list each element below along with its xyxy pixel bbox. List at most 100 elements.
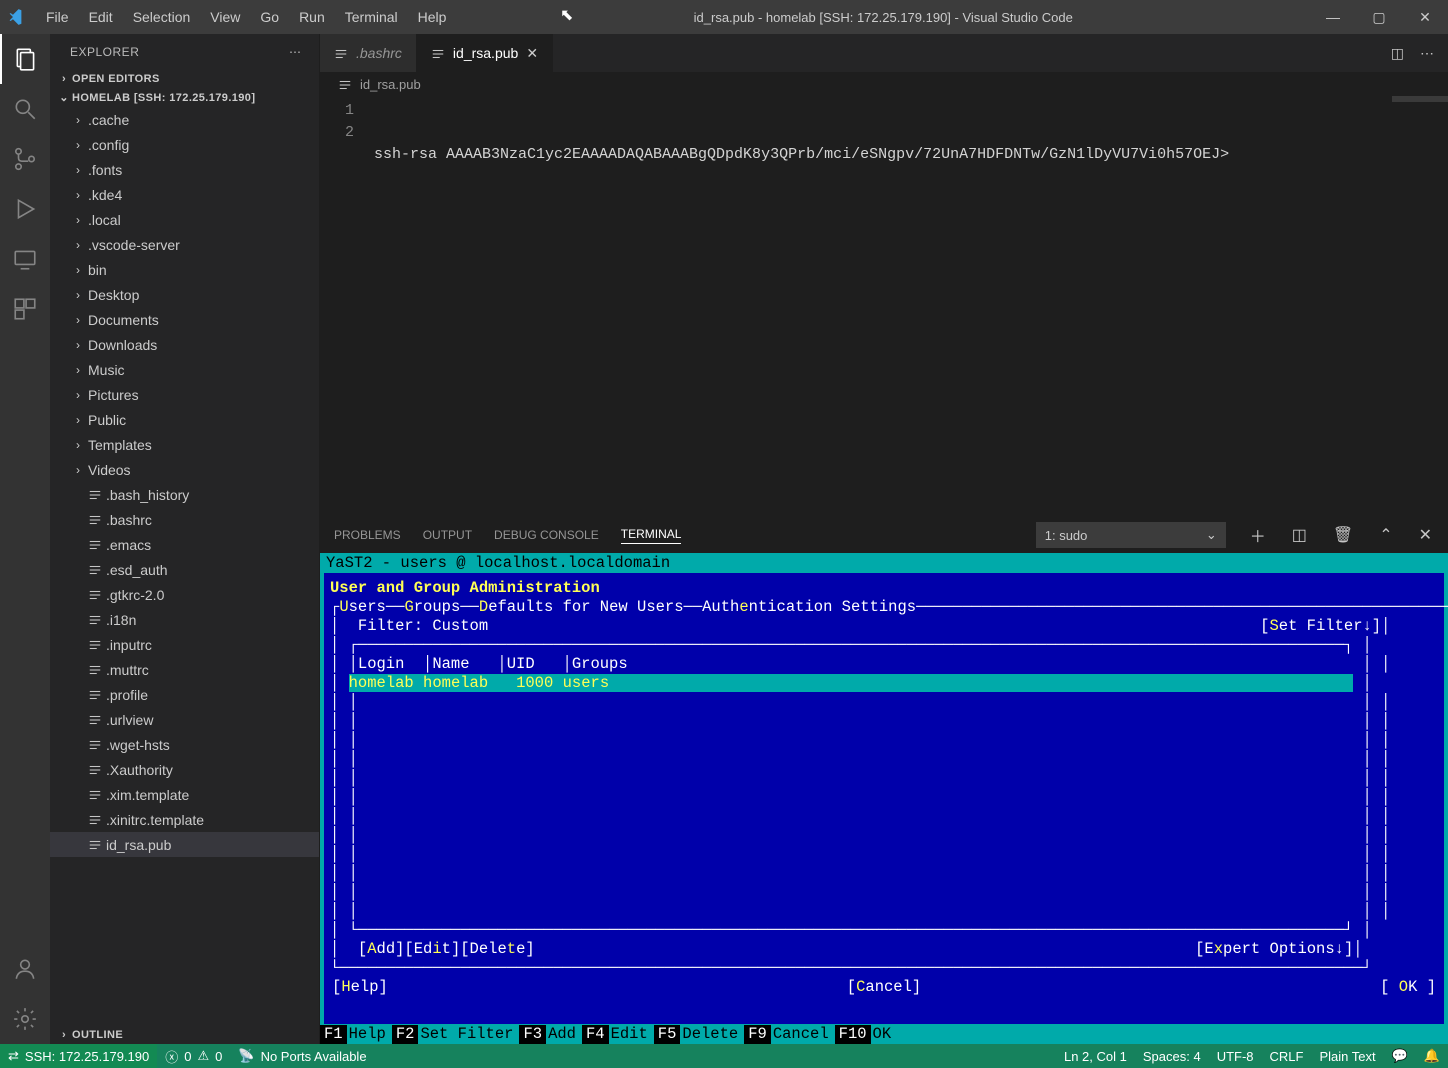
file-item[interactable]: .muttrc	[50, 657, 319, 682]
activity-run-debug[interactable]	[0, 184, 50, 234]
file-item[interactable]: .xinitrc.template	[50, 807, 319, 832]
yast-table-row[interactable]: │ homelab homelab 1000 users │	[330, 674, 1438, 693]
activity-explorer[interactable]	[0, 34, 50, 84]
activity-source-control[interactable]	[0, 134, 50, 184]
menu-file[interactable]: File	[36, 3, 79, 31]
minimize-button[interactable]: ―	[1310, 0, 1356, 34]
activity-extensions[interactable]	[0, 284, 50, 334]
yast-tabs-row[interactable]: ┌Users──Groups──Defaults for New Users──…	[330, 598, 1438, 617]
status-ports[interactable]: 📡 No Ports Available	[230, 1044, 374, 1068]
yast-help-cancel-ok[interactable]: [Help] [Cancel] [ OK ]	[330, 978, 1438, 997]
activity-remote-explorer[interactable]	[0, 234, 50, 284]
fkey-label[interactable]: Help	[347, 1025, 392, 1044]
menu-run[interactable]: Run	[289, 3, 335, 31]
chevron-right-icon: ›	[70, 188, 86, 202]
open-editors-section[interactable]: ›OPEN EDITORS	[50, 70, 319, 88]
status-encoding[interactable]: UTF-8	[1209, 1044, 1262, 1068]
folder-item[interactable]: ›.config	[50, 132, 319, 157]
folder-item[interactable]: ›.local	[50, 207, 319, 232]
fkey-label[interactable]: Edit	[609, 1025, 654, 1044]
menu-view[interactable]: View	[200, 3, 250, 31]
file-item[interactable]: .i18n	[50, 607, 319, 632]
workspace-section[interactable]: ⌄HOMELAB [SSH: 172.25.179.190]	[50, 88, 319, 107]
folder-item[interactable]: ›Templates	[50, 432, 319, 457]
tab-id-rsa-pub[interactable]: id_rsa.pub ✕	[417, 34, 553, 72]
file-item[interactable]: .bash_history	[50, 482, 319, 507]
file-item[interactable]: id_rsa.pub	[50, 832, 319, 857]
activity-settings[interactable]	[0, 994, 50, 1044]
file-item[interactable]: .profile	[50, 682, 319, 707]
file-item[interactable]: .gtkrc-2.0	[50, 582, 319, 607]
fkey-label[interactable]: Set Filter	[418, 1025, 519, 1044]
terminal-selector[interactable]: 1: sudo ⌄	[1036, 522, 1226, 548]
menu-go[interactable]: Go	[250, 3, 289, 31]
file-item[interactable]: .wget-hsts	[50, 732, 319, 757]
file-item[interactable]: .urlview	[50, 707, 319, 732]
menu-terminal[interactable]: Terminal	[335, 3, 408, 31]
file-item[interactable]: .esd_auth	[50, 557, 319, 582]
status-problems[interactable]: ⓧ0 ⚠0	[157, 1044, 230, 1068]
file-item[interactable]: .inputrc	[50, 632, 319, 657]
status-cursor[interactable]: Ln 2, Col 1	[1056, 1044, 1135, 1068]
panel-tab-terminal[interactable]: TERMINAL	[621, 527, 682, 544]
status-bell-icon[interactable]: 🔔	[1416, 1044, 1448, 1068]
split-editor-icon[interactable]: ◫	[1391, 45, 1404, 62]
terminal-content[interactable]: YaST2 - users @ localhost.localdomain Us…	[320, 553, 1448, 1044]
file-item[interactable]: .emacs	[50, 532, 319, 557]
yast-actions-row[interactable]: │ [Add][Edit][Delete] [Expert Options↓]│	[330, 940, 1438, 959]
fkey-label[interactable]: OK	[871, 1025, 898, 1044]
close-button[interactable]: ✕	[1402, 0, 1448, 34]
remote-indicator[interactable]: ⇄ SSH: 172.25.179.190	[0, 1044, 157, 1068]
folder-item[interactable]: ›Videos	[50, 457, 319, 482]
menu-edit[interactable]: Edit	[79, 3, 123, 31]
folder-item[interactable]: ›bin	[50, 257, 319, 282]
code-content[interactable]: ssh-rsa AAAAB3NzaC1yc2EAAAADAQABAAABgQDp…	[370, 96, 1388, 516]
folder-item[interactable]: ›.cache	[50, 107, 319, 132]
status-feedback-icon[interactable]: 💬	[1384, 1044, 1416, 1068]
folder-item[interactable]: ›Public	[50, 407, 319, 432]
panel-tab-problems[interactable]: PROBLEMS	[334, 528, 401, 542]
activity-accounts[interactable]	[0, 944, 50, 994]
folder-item[interactable]: ›Music	[50, 357, 319, 382]
folder-item[interactable]: ›Documents	[50, 307, 319, 332]
fkey: F2	[392, 1025, 419, 1044]
outline-section[interactable]: ›OUTLINE	[50, 1026, 319, 1044]
maximize-panel-icon[interactable]: ⌃	[1377, 525, 1394, 545]
menu-selection[interactable]: Selection	[123, 3, 201, 31]
panel-tab-output[interactable]: OUTPUT	[423, 528, 472, 542]
panel-tab-debug-console[interactable]: DEBUG CONSOLE	[494, 528, 599, 542]
file-item[interactable]: .Xauthority	[50, 757, 319, 782]
folder-item[interactable]: ›.vscode-server	[50, 232, 319, 257]
kill-terminal-icon[interactable]: 🗑	[1331, 525, 1355, 545]
folder-item[interactable]: ›Pictures	[50, 382, 319, 407]
tab-bashrc[interactable]: .bashrc	[320, 34, 417, 72]
yast-table-top: │ ┌─────────────────────────────────────…	[330, 636, 1438, 655]
minimap[interactable]	[1388, 96, 1448, 516]
menu-help[interactable]: Help	[408, 3, 457, 31]
folder-item[interactable]: ›.fonts	[50, 157, 319, 182]
code-editor[interactable]: 1 2 ssh-rsa AAAAB3NzaC1yc2EAAAADAQABAAAB…	[320, 96, 1448, 516]
close-panel-icon[interactable]: ✕	[1417, 525, 1434, 545]
yast-fkey-bar[interactable]: F1Help F2Set Filter F3Add F4Edit F5Delet…	[320, 1024, 1448, 1044]
close-tab-icon[interactable]: ✕	[526, 45, 538, 62]
editor-more-icon[interactable]: ⋯	[1420, 45, 1436, 62]
activity-search[interactable]	[0, 84, 50, 134]
status-spaces[interactable]: Spaces: 4	[1135, 1044, 1209, 1068]
folder-item[interactable]: ›.kde4	[50, 182, 319, 207]
file-item[interactable]: .xim.template	[50, 782, 319, 807]
fkey-label[interactable]: Add	[546, 1025, 582, 1044]
new-terminal-icon[interactable]: ＋	[1248, 523, 1268, 547]
breadcrumb[interactable]: id_rsa.pub	[320, 72, 1448, 96]
status-eol[interactable]: CRLF	[1262, 1044, 1312, 1068]
split-terminal-icon[interactable]: ◫	[1290, 525, 1309, 545]
status-language[interactable]: Plain Text	[1311, 1044, 1383, 1068]
fkey-label[interactable]: Delete	[680, 1025, 744, 1044]
maximize-button[interactable]: ▢	[1356, 0, 1402, 34]
sidebar-more-icon[interactable]: ⋯	[289, 45, 303, 59]
fkey-label[interactable]: Cancel	[771, 1025, 835, 1044]
yast-table-bottom: │ └─────────────────────────────────────…	[330, 921, 1438, 940]
file-tree[interactable]: ›.cache›.config›.fonts›.kde4›.local›.vsc…	[50, 107, 319, 1026]
folder-item[interactable]: ›Downloads	[50, 332, 319, 357]
folder-item[interactable]: ›Desktop	[50, 282, 319, 307]
file-item[interactable]: .bashrc	[50, 507, 319, 532]
